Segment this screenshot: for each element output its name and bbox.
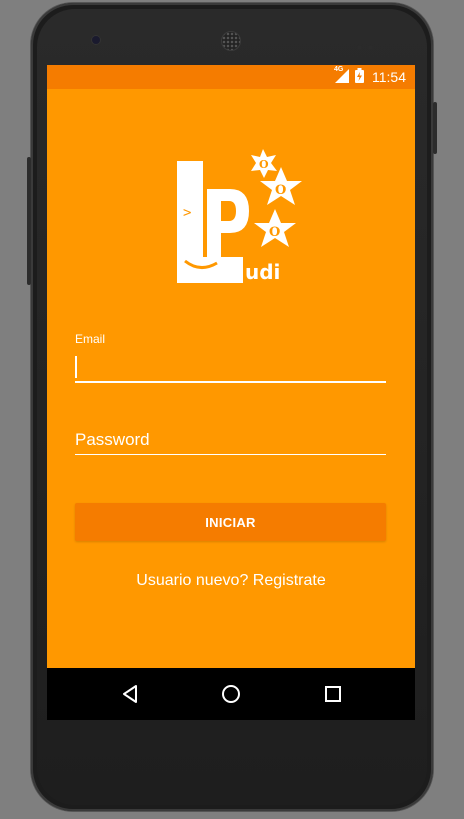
clock: 11:54	[372, 69, 406, 85]
svg-text:O: O	[259, 158, 269, 171]
status-bar: 4G 11:54	[47, 65, 415, 89]
password-field[interactable]	[75, 426, 386, 455]
email-label: Email	[75, 332, 106, 346]
app-screen: 4G 11:54 > udi O O O Email INICIAR Usuar…	[47, 65, 415, 720]
home-icon[interactable]	[217, 680, 245, 708]
recents-icon[interactable]	[319, 680, 347, 708]
navigation-bar	[47, 668, 415, 720]
cell-signal-icon: 4G	[334, 65, 349, 86]
ludi-logo: > udi O O O	[177, 149, 302, 284]
svg-text:O: O	[269, 225, 280, 240]
logo-subtext: udi	[245, 260, 280, 284]
svg-text:O: O	[275, 183, 286, 198]
logo-prompt: >	[183, 205, 191, 221]
network-type-label: 4G	[334, 65, 344, 73]
earpiece-speaker	[221, 31, 241, 51]
proximity-sensors	[357, 37, 379, 55]
text-cursor	[75, 356, 77, 378]
front-camera	[92, 36, 100, 44]
email-field[interactable]	[75, 354, 386, 383]
battery-charging-icon	[355, 68, 364, 86]
login-button[interactable]: INICIAR	[75, 503, 386, 541]
back-icon[interactable]	[116, 680, 144, 708]
logo-star-3: O	[254, 209, 296, 247]
volume-button	[433, 102, 437, 154]
status-icons: 4G 11:54	[334, 65, 406, 86]
power-button	[27, 157, 31, 285]
logo-letter-p	[207, 189, 249, 257]
register-link[interactable]: Usuario nuevo? Registrate	[47, 572, 415, 590]
logo-star-1: O	[251, 149, 277, 178]
